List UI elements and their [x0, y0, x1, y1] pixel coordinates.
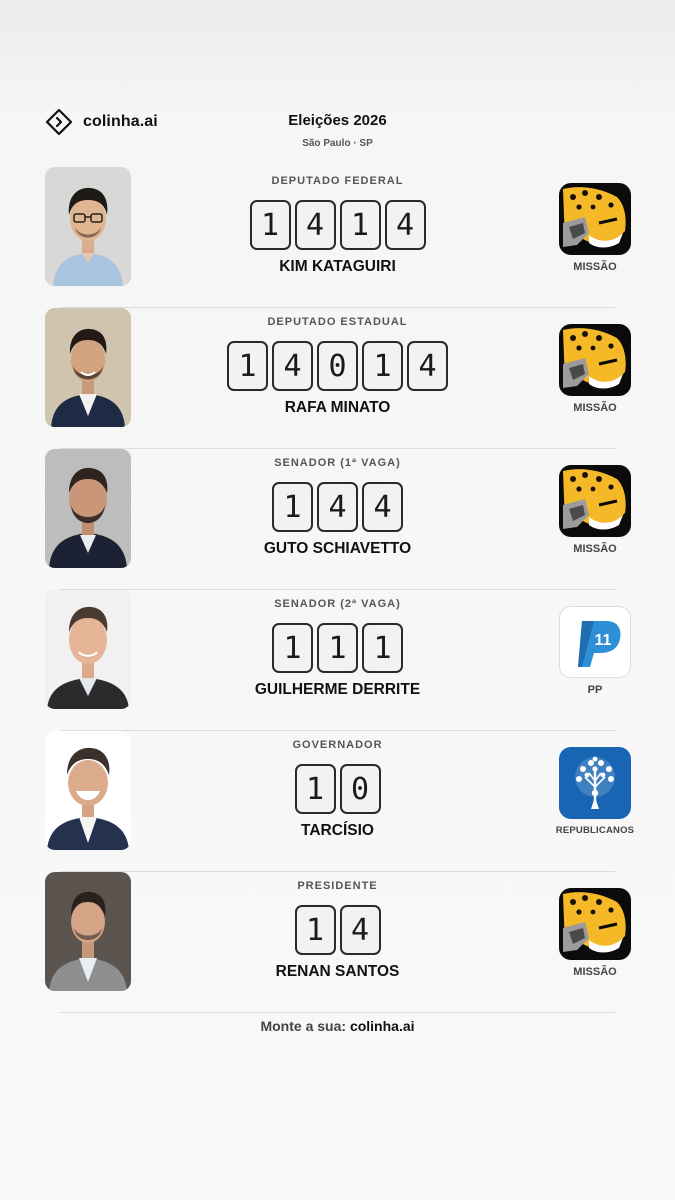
number-digit: 0 [317, 341, 358, 391]
number-digit: 1 [272, 623, 313, 673]
jaguar-logo [559, 183, 631, 255]
number-digit: 1 [362, 623, 403, 673]
number-digit: 1 [362, 341, 403, 391]
number-digit: 1 [294, 764, 336, 814]
number-digit: 4 [362, 482, 403, 532]
number-digit: 1 [227, 341, 268, 391]
brand[interactable]: colinha.ai [45, 108, 158, 136]
brand-name: colinha.ai [83, 113, 158, 130]
republicanos-tree-logo [559, 747, 631, 819]
candidate-photo [45, 872, 131, 991]
footer-link[interactable]: colinha.ai [350, 1018, 415, 1034]
jaguar-logo [559, 465, 631, 537]
page-subtitle: São Paulo · SP [302, 138, 373, 149]
candidate-info: GOVERNADOR 1 0 TARCÍSIO [180, 731, 495, 840]
candidate-name: RENAN SANTOS [275, 963, 400, 980]
party-name: MISSÃO [573, 966, 617, 978]
ballot-list: DEPUTADO FEDERAL 1 4 1 4 KIM KATAGUIRI M… [0, 167, 675, 1013]
number-digit: 1 [272, 482, 313, 532]
candidate-photo [45, 167, 131, 286]
footer: Monte a sua: colinha.ai [0, 1018, 675, 1034]
candidate-info: DEPUTADO FEDERAL 1 4 1 4 KIM KATAGUIRI [180, 167, 495, 276]
candidate-photo [45, 308, 131, 427]
diamond-chevron-icon [45, 108, 73, 136]
candidate-number: 1 4 [180, 905, 495, 955]
office-label: PRESIDENTE [297, 880, 378, 892]
candidate-number: 1 4 1 4 [180, 200, 495, 250]
number-digit: 4 [407, 341, 448, 391]
number-digit: 4 [294, 200, 336, 250]
party-name: PP [587, 684, 603, 696]
page-title: Eleições 2026 [288, 112, 387, 129]
number-digit: 1 [294, 905, 336, 955]
divider [60, 1012, 615, 1013]
number-digit: 0 [339, 764, 381, 814]
candidate-number: 1 0 [180, 764, 495, 814]
party-name: MISSÃO [573, 543, 617, 555]
ballot-row: SENADOR (1ª VAGA) 1 4 4 GUTO SCHIAVETTO [0, 449, 675, 590]
ballot-row: GOVERNADOR 1 0 TARCÍSIO REPUBLICANOS [0, 731, 675, 872]
number-digit: 4 [272, 341, 313, 391]
candidate-number: 1 4 0 1 4 [180, 341, 495, 391]
footer-prefix: Monte a sua: [260, 1018, 347, 1034]
candidate-name: GUILHERME DERRITE [254, 681, 421, 698]
office-label: SENADOR (1ª VAGA) [274, 457, 401, 469]
office-label: GOVERNADOR [292, 739, 383, 751]
number-digit: 1 [317, 623, 358, 673]
office-label: DEPUTADO FEDERAL [271, 175, 404, 187]
ballot-row: DEPUTADO FEDERAL 1 4 1 4 KIM KATAGUIRI M… [0, 167, 675, 308]
candidate-name: RAFA MINATO [284, 399, 391, 416]
party: MISSÃO [545, 465, 645, 555]
number-digit: 1 [249, 200, 291, 250]
candidate-number: 1 4 4 [180, 482, 495, 532]
office-label: DEPUTADO ESTADUAL [267, 316, 408, 328]
pp-logo-number: 11 [595, 632, 612, 649]
party: 11 PP [545, 606, 645, 696]
ballot-row: SENADOR (2ª VAGA) 1 1 1 GUILHERME DERRIT… [0, 590, 675, 731]
party: MISSÃO [545, 888, 645, 978]
party-name: MISSÃO [573, 261, 617, 273]
party-name: REPUBLICANOS [555, 825, 635, 836]
office-label: SENADOR (2ª VAGA) [274, 598, 401, 610]
party: MISSÃO [545, 324, 645, 414]
number-digit: 4 [384, 200, 426, 250]
candidate-photo [45, 731, 131, 850]
ballot-row: DEPUTADO ESTADUAL 1 4 0 1 4 RAFA MINATO [0, 308, 675, 449]
number-digit: 1 [339, 200, 381, 250]
candidate-number: 1 1 1 [180, 623, 495, 673]
ballot-row: PRESIDENTE 1 4 RENAN SANTOS MISSÃO [0, 872, 675, 1013]
party: MISSÃO [545, 183, 645, 273]
party-name: MISSÃO [573, 402, 617, 414]
candidate-name: GUTO SCHIAVETTO [263, 540, 412, 557]
pp-logo: 11 [559, 606, 631, 678]
candidate-info: DEPUTADO ESTADUAL 1 4 0 1 4 RAFA MINATO [180, 308, 495, 417]
candidate-photo [45, 590, 131, 709]
jaguar-logo [559, 324, 631, 396]
candidate-name: TARCÍSIO [301, 822, 374, 839]
jaguar-logo [559, 888, 631, 960]
candidate-name: KIM KATAGUIRI [279, 258, 396, 275]
candidate-info: PRESIDENTE 1 4 RENAN SANTOS [180, 872, 495, 981]
header: colinha.ai Eleições 2026 São Paulo · SP [0, 100, 675, 156]
candidate-info: SENADOR (2ª VAGA) 1 1 1 GUILHERME DERRIT… [180, 590, 495, 699]
candidate-info: SENADOR (1ª VAGA) 1 4 4 GUTO SCHIAVETTO [180, 449, 495, 558]
party: REPUBLICANOS [545, 747, 645, 836]
header-center: Eleições 2026 São Paulo · SP [200, 112, 475, 149]
number-digit: 4 [339, 905, 381, 955]
candidate-photo [45, 449, 131, 568]
number-digit: 4 [317, 482, 358, 532]
